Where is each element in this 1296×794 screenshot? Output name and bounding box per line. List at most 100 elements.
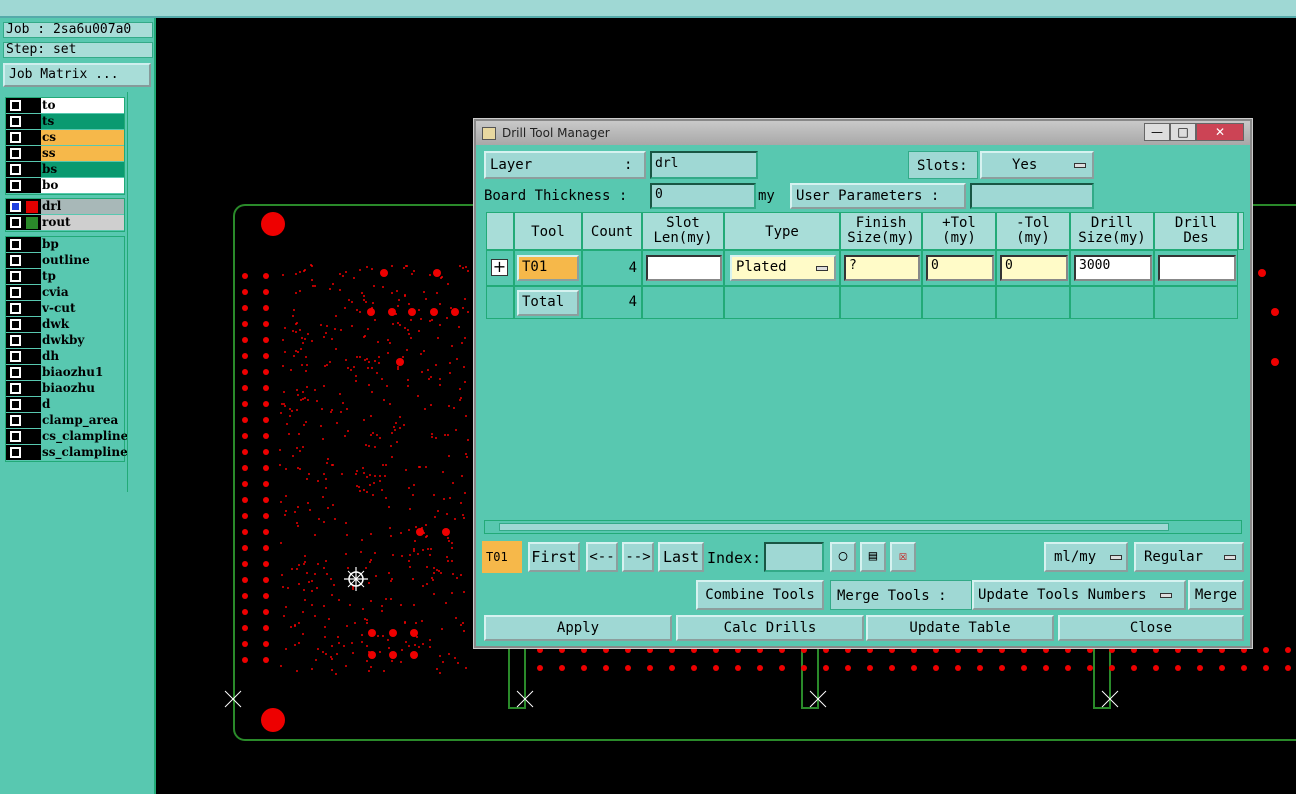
drill-hole <box>286 423 288 425</box>
layer-row-v-cut[interactable]: v-cut <box>6 301 124 317</box>
total-button[interactable]: Total <box>517 290 579 316</box>
layer-input[interactable]: drl <box>650 151 758 179</box>
layer-checkbox[interactable] <box>10 367 21 378</box>
layer-checkbox[interactable] <box>10 447 21 458</box>
drill-hole <box>242 337 248 343</box>
drill-hole <box>933 665 939 671</box>
layer-checkbox[interactable] <box>10 303 21 314</box>
drill-hole <box>325 487 327 489</box>
layer-row-cs[interactable]: cs <box>6 130 124 146</box>
type-dropdown[interactable]: Plated <box>730 255 836 281</box>
drill-des-input[interactable] <box>1158 255 1236 281</box>
merge-button[interactable]: Merge <box>1188 580 1244 610</box>
calc-drills-button[interactable]: Calc Drills <box>676 615 864 641</box>
layer-checkbox[interactable] <box>10 217 21 228</box>
drill-hole <box>356 470 358 472</box>
layer-checkbox[interactable] <box>10 132 21 143</box>
board-thickness-input[interactable]: 0 <box>650 183 756 209</box>
user-parameters-input[interactable] <box>970 183 1094 209</box>
clear-icon[interactable]: ☒ <box>890 542 916 572</box>
layer-checkbox[interactable] <box>10 319 21 330</box>
layer-checkbox[interactable] <box>10 287 21 298</box>
index-input[interactable] <box>764 542 824 572</box>
drill-hole <box>465 453 467 455</box>
apply-button[interactable]: Apply <box>484 615 672 641</box>
tool-t01-button[interactable]: T01 <box>517 255 579 281</box>
prev-button[interactable]: <-- <box>586 542 618 572</box>
layer-row-biaozhu[interactable]: biaozhu <box>6 381 124 397</box>
layer-checkbox[interactable] <box>10 383 21 394</box>
job-matrix-button[interactable]: Job Matrix ... <box>3 63 151 87</box>
last-button[interactable]: Last <box>658 542 704 572</box>
drill-hole <box>396 441 398 443</box>
layer-checkbox[interactable] <box>10 399 21 410</box>
table-horizontal-scrollbar[interactable] <box>484 520 1242 534</box>
dialog-title-bar[interactable]: Drill Tool Manager <box>476 121 1250 145</box>
layer-checkbox[interactable] <box>10 100 21 111</box>
minus-tol-input[interactable]: 0 <box>1000 255 1068 281</box>
minimize-icon[interactable]: — <box>1144 123 1170 141</box>
layer-row-ss_clampline[interactable]: ss_clampline <box>6 445 128 461</box>
bulb-icon[interactable]: ◯ <box>830 542 856 572</box>
layer-row-rout[interactable]: rout <box>6 215 124 231</box>
layer-checkbox[interactable] <box>10 335 21 346</box>
layer-row-drl[interactable]: drl <box>6 199 124 215</box>
layer-checkbox[interactable] <box>10 116 21 127</box>
update-table-button[interactable]: Update Table <box>866 615 1054 641</box>
layer-row-dh[interactable]: dh <box>6 349 124 365</box>
slots-dropdown[interactable]: Yes <box>980 151 1094 179</box>
close-button[interactable]: Close <box>1058 615 1244 641</box>
maximize-icon[interactable]: □ <box>1170 123 1196 141</box>
layer-row-tp[interactable]: tp <box>6 269 124 285</box>
next-button[interactable]: --> <box>622 542 654 572</box>
layer-list-scrollbar[interactable] <box>127 92 153 492</box>
layer-row-bo[interactable]: bo <box>6 178 124 194</box>
close-window-icon[interactable]: ✕ <box>1196 123 1244 141</box>
slot-len-input[interactable] <box>646 255 722 281</box>
drill-hole <box>463 591 465 593</box>
mode-dropdown[interactable]: Regular <box>1134 542 1244 572</box>
layer-row-to[interactable]: to <box>6 98 124 114</box>
layer-row-d[interactable]: d <box>6 397 124 413</box>
drill-hole <box>372 494 374 496</box>
layer-checkbox[interactable] <box>10 239 21 250</box>
layer-row-cvia[interactable]: cvia <box>6 285 124 301</box>
combine-tools-button[interactable]: Combine Tools <box>696 580 824 610</box>
drill-hole <box>314 573 316 575</box>
layer-checkbox[interactable] <box>10 255 21 266</box>
layer-row-bs[interactable]: bs <box>6 162 124 178</box>
scrollbar-thumb[interactable] <box>499 523 1169 531</box>
drill-hole <box>429 639 431 641</box>
user-parameters-button[interactable]: User Parameters : <box>790 183 966 209</box>
plus-tol-input[interactable]: 0 <box>926 255 994 281</box>
units-dropdown[interactable]: ml/my <box>1044 542 1128 572</box>
layer-row-bp[interactable]: bp <box>6 237 124 253</box>
drill-hole <box>1021 665 1027 671</box>
layer-label-button[interactable]: Layer: <box>484 151 646 179</box>
merge-option-dropdown[interactable]: Update Tools Numbers <box>972 580 1186 610</box>
finish-size-input[interactable]: ? <box>844 255 920 281</box>
layer-checkbox[interactable] <box>10 415 21 426</box>
layer-checkbox[interactable] <box>10 148 21 159</box>
drill-hole <box>383 670 385 672</box>
layer-checkbox[interactable] <box>10 164 21 175</box>
layer-row-biaozhu1[interactable]: biaozhu1 <box>6 365 124 381</box>
layer-row-dwk[interactable]: dwk <box>6 317 124 333</box>
refresh-icon[interactable]: ▤ <box>860 542 886 572</box>
drill-hole <box>263 625 269 631</box>
drill-size-input[interactable]: 3000 <box>1074 255 1152 281</box>
layer-row-ss[interactable]: ss <box>6 146 124 162</box>
layer-row-outline[interactable]: outline <box>6 253 124 269</box>
layer-checkbox[interactable] <box>10 351 21 362</box>
layer-checkbox[interactable] <box>10 431 21 442</box>
layer-checkbox[interactable] <box>10 201 21 212</box>
expand-plus-icon[interactable]: + <box>491 259 508 276</box>
first-button[interactable]: First <box>528 542 580 572</box>
layer-row-clamp_area[interactable]: clamp_area <box>6 413 124 429</box>
layer-row-dwkby[interactable]: dwkby <box>6 333 124 349</box>
layer-checkbox[interactable] <box>10 271 21 282</box>
layer-row-cs_clampline[interactable]: cs_clampline <box>6 429 128 445</box>
layer-checkbox[interactable] <box>10 180 21 191</box>
layer-row-ts[interactable]: ts <box>6 114 124 130</box>
drill-hole <box>757 665 763 671</box>
